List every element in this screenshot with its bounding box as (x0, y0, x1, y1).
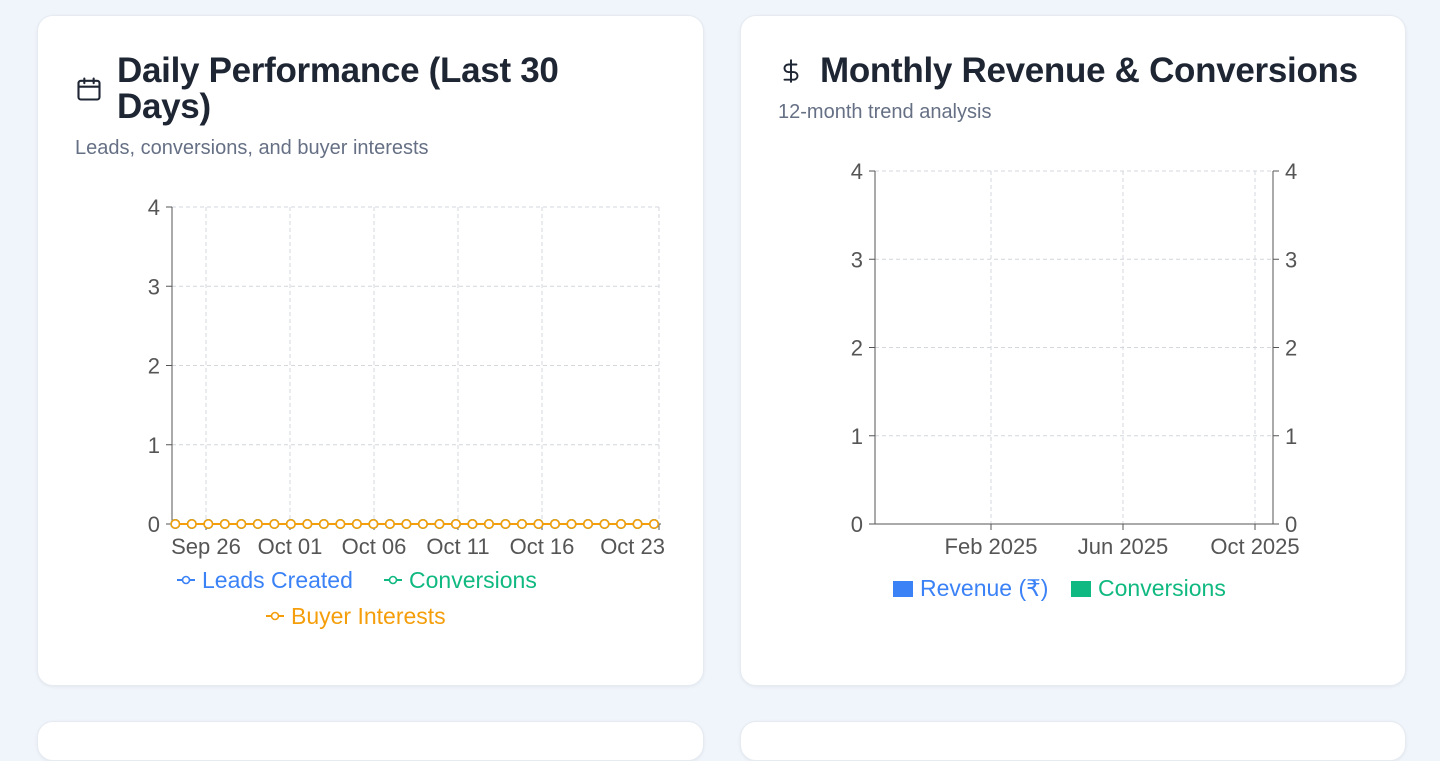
data-point (219, 518, 230, 529)
y2-tick-label: 1 (1285, 424, 1297, 449)
y-tick-label: 1 (851, 424, 863, 449)
y-tick-label: 4 (148, 195, 160, 220)
data-point (203, 518, 214, 529)
data-point (170, 518, 181, 529)
data-point (549, 518, 560, 529)
data-point (236, 518, 247, 529)
data-point (516, 518, 527, 529)
x-tick-label: Feb 2025 (945, 534, 1038, 559)
data-point (318, 518, 329, 529)
legend-label: Buyer Interests (291, 603, 446, 629)
legend-marker (181, 575, 191, 585)
y2-tick-label: 3 (1285, 247, 1297, 272)
additional-card (740, 721, 1406, 761)
y-tick-label: 0 (851, 512, 863, 537)
data-point (599, 518, 610, 529)
data-point (566, 518, 577, 529)
data-point (335, 518, 346, 529)
x-tick-label: Jun 2025 (1078, 534, 1169, 559)
legend-label: Conversions (409, 567, 537, 593)
x-tick-label: Oct 06 (342, 534, 407, 559)
y2-tick-label: 2 (1285, 336, 1297, 361)
x-tick-label: Sep 26 (171, 534, 241, 559)
data-point (500, 518, 511, 529)
y-tick-label: 4 (851, 159, 863, 184)
x-tick-label: Oct 01 (258, 534, 323, 559)
x-tick-label: Oct 11 (426, 534, 489, 559)
legend-label: Conversions (1098, 575, 1226, 601)
daily-performance-chart: 0 1 2 3 4 Sep 26 Oct 01 Oct 06 Oct 11 Oct 16 Oct 2… (148, 195, 665, 629)
data-point (285, 518, 296, 529)
daily-performance-card: Daily Performance (Last 30 Days) Leads, … (37, 15, 704, 686)
y-tick-label: 3 (851, 247, 863, 272)
legend-swatch (893, 581, 913, 597)
data-point (252, 518, 263, 529)
data-point (417, 518, 428, 529)
data-point (351, 518, 362, 529)
data-point (583, 518, 594, 529)
legend-label: Leads Created (202, 567, 353, 593)
y-tick-label: 0 (148, 512, 160, 537)
y-tick-label: 1 (148, 433, 160, 458)
additional-card (37, 721, 704, 761)
data-point (467, 518, 478, 529)
x-tick-label: Oct 16 (510, 534, 575, 559)
y-tick-label: 3 (148, 274, 160, 299)
data-point (533, 518, 544, 529)
data-point (616, 518, 627, 529)
data-point (269, 518, 280, 529)
monthly-revenue-card: Monthly Revenue & Conversions 12-month t… (740, 15, 1406, 686)
legend-label: Revenue (₹) (920, 575, 1048, 601)
y-tick-label: 2 (148, 354, 160, 379)
x-tick-label: Oct 23 (600, 534, 665, 559)
monthly-revenue-chart: 0 01 12 23 34 4Feb 2025 Jun 2025 Oct 2025Revenu… (851, 159, 1300, 601)
data-point (401, 518, 412, 529)
y2-tick-label: 4 (1285, 159, 1297, 184)
legend-marker (270, 611, 280, 621)
x-tick-label: Oct 2025 (1210, 534, 1299, 559)
legend-swatch (1071, 581, 1091, 597)
data-point (302, 518, 313, 529)
data-point (368, 518, 379, 529)
data-point (450, 518, 461, 529)
legend-marker (388, 575, 398, 585)
data-point (649, 518, 660, 529)
data-point (483, 518, 494, 529)
data-point (384, 518, 395, 529)
y-tick-label: 2 (851, 336, 863, 361)
data-point (186, 518, 197, 529)
data-point (434, 518, 445, 529)
data-point (632, 518, 643, 529)
